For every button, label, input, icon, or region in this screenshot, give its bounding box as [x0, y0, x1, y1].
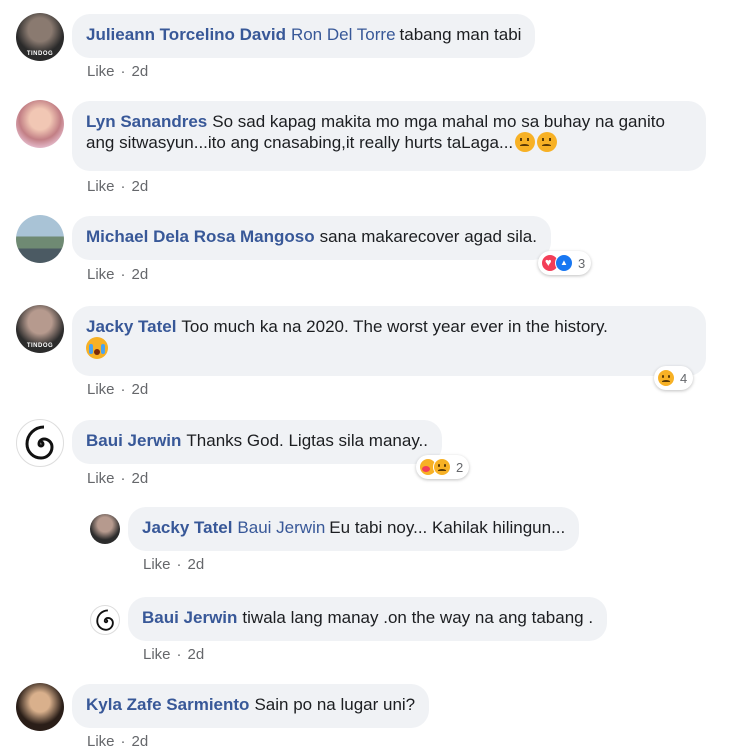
sad-face-emoji — [537, 132, 558, 152]
separator: · — [120, 266, 126, 283]
comment-text: tiwala lang manay .on the way na ang tab… — [242, 608, 594, 627]
comment-text: Sain po na lugar uni? — [254, 695, 416, 714]
avatar[interactable] — [16, 419, 64, 467]
sad-reaction-icon — [433, 458, 451, 476]
separator: · — [176, 556, 182, 573]
comment-timestamp[interactable]: 2d — [188, 556, 205, 573]
avatar[interactable] — [16, 215, 64, 263]
separator: · — [120, 178, 126, 195]
like-button[interactable]: Like — [87, 178, 115, 195]
comment-actions: Like · 2d — [87, 178, 148, 195]
avatar-text: TINDOG — [26, 51, 54, 57]
separator: · — [176, 646, 182, 663]
avatar[interactable]: TINDOG — [16, 305, 64, 353]
like-button[interactable]: Like — [87, 381, 115, 398]
comment-timestamp[interactable]: 2d — [132, 381, 149, 398]
comment-actions: Like · 2d — [143, 646, 204, 663]
mention-link[interactable]: Ron Del Torre — [291, 25, 396, 44]
comment-timestamp[interactable]: 2d — [132, 178, 149, 195]
sad-face-emoji — [515, 132, 536, 152]
comment-author-link[interactable]: Kyla Zafe Sarmiento — [86, 695, 249, 714]
comment-actions: Like · 2d — [87, 266, 148, 283]
comment-author-link[interactable]: Jacky Tatel — [86, 317, 176, 336]
avatar-text: TINDOG — [26, 343, 54, 349]
comment-timestamp[interactable]: 2d — [132, 470, 149, 487]
spiral-icon — [96, 609, 114, 631]
comment-author-link[interactable]: Baui Jerwin — [86, 431, 181, 450]
crying-face-emoji — [86, 337, 108, 359]
comment-actions: Like · 2d — [87, 470, 148, 487]
comment-actions: Like · 2d — [143, 556, 204, 573]
comment-text: tabang man tabi — [399, 25, 522, 44]
avatar[interactable]: TINDOG — [16, 13, 64, 61]
avatar[interactable] — [90, 605, 120, 635]
comment-bubble: Kyla Zafe Sarmiento Sain po na lugar uni? — [72, 684, 430, 728]
sad-reaction-icon — [657, 369, 675, 387]
comment-author-link[interactable]: Jacky Tatel — [142, 518, 232, 537]
separator: · — [120, 733, 126, 750]
comment-actions: Like · 2d — [87, 63, 148, 80]
like-button[interactable]: Like — [87, 733, 115, 750]
avatar[interactable] — [16, 683, 64, 731]
comment-author-link[interactable]: Baui Jerwin — [142, 608, 237, 627]
comment-bubble: Michael Dela Rosa Mangoso sana makarecove… — [72, 216, 551, 260]
like-button[interactable]: Like — [87, 266, 115, 283]
comment-author-link[interactable]: Lyn Sanandres — [86, 112, 207, 131]
reaction-count: 3 — [578, 255, 586, 271]
comment-bubble: Lyn Sanandres So sad kapag makita mo mga … — [72, 101, 706, 171]
reaction-count: 2 — [456, 459, 464, 475]
comment-text: Thanks God. Ligtas sila manay.. — [186, 431, 428, 450]
spiral-icon — [25, 425, 54, 460]
comment-timestamp[interactable]: 2d — [188, 646, 205, 663]
avatar[interactable] — [16, 100, 64, 148]
comment-timestamp[interactable]: 2d — [132, 266, 149, 283]
comment-text: sana makarecover agad sila. — [319, 227, 537, 246]
like-button[interactable]: Like — [87, 470, 115, 487]
separator: · — [120, 470, 126, 487]
comment-actions: Like · 2d — [87, 381, 148, 398]
avatar[interactable] — [90, 514, 120, 544]
comment-author-link[interactable]: Julieann Torcelino David — [86, 25, 286, 44]
comment-bubble: Jacky Tatel Baui Jerwin Eu tabi noy... Kah… — [128, 507, 580, 551]
comment-text: Too much ka na 2020. The worst year ever… — [181, 317, 608, 336]
comment-timestamp[interactable]: 2d — [132, 63, 149, 80]
like-reaction-icon — [555, 254, 573, 272]
reactions-summary[interactable]: 2 — [416, 455, 470, 479]
separator: · — [120, 63, 126, 80]
like-button[interactable]: Like — [143, 646, 171, 663]
comment-actions: Like · 2d — [87, 733, 148, 750]
reactions-summary[interactable]: 4 — [654, 366, 694, 390]
comment-timestamp[interactable]: 2d — [132, 733, 149, 750]
reaction-count: 4 — [680, 370, 688, 386]
separator: · — [120, 381, 126, 398]
like-button[interactable]: Like — [87, 63, 115, 80]
mention-link[interactable]: Baui Jerwin — [237, 518, 325, 537]
reactions-summary[interactable]: 3 — [538, 251, 592, 275]
like-button[interactable]: Like — [143, 556, 171, 573]
comment-author-link[interactable]: Michael Dela Rosa Mangoso — [86, 227, 315, 246]
comment-bubble: Jacky Tatel Too much ka na 2020. The wors… — [72, 306, 706, 376]
comment-text: Eu tabi noy... Kahilak hilingun... — [329, 518, 566, 537]
comment-bubble: Baui Jerwin tiwala lang manay .on the way… — [128, 597, 608, 641]
comment-bubble: Julieann Torcelino David Ron Del Torre tab… — [72, 14, 536, 58]
comment-bubble: Baui Jerwin Thanks God. Ligtas sila manay… — [72, 420, 442, 464]
